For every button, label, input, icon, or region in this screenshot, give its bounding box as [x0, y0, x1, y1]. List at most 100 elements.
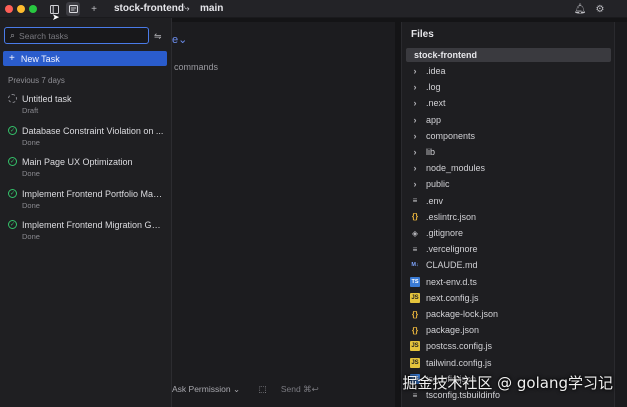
folder-item[interactable]: › app	[406, 113, 611, 127]
close-window-button[interactable]	[5, 5, 13, 13]
chevron-down-icon: ⌄	[232, 384, 241, 394]
file-name: .next	[426, 98, 446, 109]
chat-icon	[68, 4, 78, 13]
file-name: public	[426, 179, 450, 190]
filter-icon[interactable]: ⇋	[154, 31, 162, 42]
file-item[interactable]: ◈ .gitignore	[406, 226, 611, 240]
project-title: stock-frontend	[114, 3, 184, 14]
screenshot-icon[interactable]: ⬚	[258, 384, 266, 394]
branch-name[interactable]: main	[200, 3, 223, 14]
json-file-icon: {}	[411, 325, 419, 335]
file-name: next-env.d.ts	[426, 276, 477, 287]
file-item[interactable]: {} package-lock.json	[406, 307, 611, 321]
task-item[interactable]: Untitled task Draft	[0, 90, 171, 118]
file-item[interactable]: JS next.config.js	[406, 291, 611, 305]
plus-icon: +	[9, 53, 15, 64]
task-item[interactable]: ✓ Main Page UX Optimization Done	[0, 153, 171, 181]
task-item[interactable]: ✓ Database Constraint Violation on ... Don…	[0, 122, 171, 150]
right-edge-strip	[614, 22, 627, 407]
search-input[interactable]	[19, 30, 140, 41]
watermark: 掘金技术社区 @ golang学习记	[402, 374, 613, 392]
section-label: Previous 7 days	[8, 76, 65, 85]
minimize-window-button[interactable]	[17, 5, 25, 13]
git-file-icon: ◈	[411, 228, 419, 238]
gear-icon: ⚙︎	[595, 3, 605, 15]
file-name: .eslintrc.json	[426, 211, 477, 222]
file-name: lib	[426, 147, 436, 157]
task-title: Database Constraint Violation on ...	[22, 125, 164, 136]
folder-item[interactable]: › node_modules	[406, 161, 611, 175]
file-name: next.config.js	[426, 292, 479, 303]
check-circle-icon: ✓	[8, 125, 17, 135]
task-item[interactable]: ✓ Implement Frontend Migration Gui... Done	[0, 216, 171, 244]
file-name: tailwind.config.js	[426, 357, 492, 368]
markdown-file-icon: M↓	[411, 262, 419, 269]
new-task-button[interactable]: + New Task	[3, 51, 167, 66]
chevron-right-icon: ›	[413, 66, 417, 76]
send-button[interactable]: Send ⌘↩	[281, 384, 319, 394]
file-name: package.json	[426, 325, 480, 336]
text-file-icon: ≡	[412, 244, 418, 254]
folder-item[interactable]: › .log	[406, 80, 611, 94]
model-selector[interactable]: e⌄	[172, 33, 187, 46]
file-tree-root[interactable]: stock-frontend	[406, 48, 611, 62]
composer-toolbar: Ask Permission ⌄ ⬚ Send ⌘↩	[172, 384, 319, 395]
chevron-right-icon: ›	[413, 82, 417, 93]
folder-item[interactable]: › .next	[406, 96, 611, 110]
file-item[interactable]: TS next-env.d.ts	[406, 275, 611, 289]
file-name: .gitignore	[426, 228, 464, 238]
json-file-icon: {}	[411, 212, 419, 222]
tasks-panel-button[interactable]	[66, 2, 80, 16]
file-item[interactable]: ≡ .vercelignore	[406, 242, 611, 256]
task-title: Implement Frontend Migration Gui...	[22, 220, 164, 230]
file-name: CLAUDE.md	[426, 260, 478, 271]
new-tab-button[interactable]: +	[87, 2, 101, 16]
check-circle-icon: ✓	[8, 220, 17, 229]
folder-item[interactable]: › lib	[406, 145, 611, 159]
mouse-cursor-icon: ➤	[52, 12, 60, 22]
file-item[interactable]: JS postcss.config.js	[406, 339, 611, 353]
search-field[interactable]: ⌕	[4, 27, 149, 44]
file-name: package-lock.json	[426, 309, 499, 319]
plus-icon: +	[91, 3, 97, 15]
file-item[interactable]: M↓ CLAUDE.md	[406, 258, 611, 272]
task-status: Done	[22, 137, 40, 147]
file-item[interactable]: {} package.json	[406, 323, 611, 337]
task-status: Done	[22, 232, 40, 241]
search-icon: ⌕	[10, 30, 16, 40]
file-name: .env	[426, 195, 444, 206]
file-name: node_modules	[426, 163, 486, 174]
chevron-right-icon: ›	[413, 163, 417, 174]
settings-button[interactable]: ⚙︎	[593, 2, 607, 16]
chevron-right-icon: ›	[413, 98, 417, 109]
git-branch-icon: ⤷	[184, 3, 190, 14]
zoom-window-button[interactable]	[29, 5, 37, 13]
file-name: components	[426, 130, 476, 141]
draft-status-icon	[8, 94, 17, 103]
folder-item[interactable]: › .idea	[406, 64, 611, 78]
folder-item[interactable]: › public	[406, 177, 611, 191]
javascript-file-icon: JS	[410, 292, 420, 303]
file-item[interactable]: ≡ .env	[406, 194, 611, 208]
permission-selector[interactable]: Ask Permission ⌄	[172, 384, 240, 394]
title-bar: + stock-frontend ⤷ main 🔔︎ ⚙︎	[0, 0, 627, 18]
task-sidebar: ⌕ ⇋ + New Task Previous 7 days Untitled …	[0, 18, 172, 407]
check-circle-icon: ✓	[8, 157, 17, 166]
notifications-button[interactable]: 🔔︎	[573, 2, 587, 16]
javascript-file-icon: JS	[410, 341, 420, 352]
folder-item[interactable]: › components	[406, 129, 611, 143]
file-name: .vercelignore	[426, 244, 478, 255]
task-status: Done	[22, 200, 40, 210]
file-name: postcss.config.js	[426, 341, 493, 352]
file-name: .idea	[426, 66, 446, 76]
commands-hint: commands	[174, 62, 219, 72]
chevron-down-icon: ⌄	[178, 34, 188, 46]
json-file-icon: {}	[411, 309, 419, 319]
task-title: Main Page UX Optimization	[22, 157, 133, 167]
task-title: Implement Frontend Portfolio Man...	[22, 188, 164, 199]
chevron-right-icon: ›	[413, 147, 417, 157]
file-item[interactable]: JS tailwind.config.js	[406, 356, 611, 370]
task-item[interactable]: ✓ Implement Frontend Portfolio Man... Done	[0, 185, 171, 213]
file-item[interactable]: {} .eslintrc.json	[406, 210, 611, 224]
check-circle-icon: ✓	[8, 188, 17, 198]
